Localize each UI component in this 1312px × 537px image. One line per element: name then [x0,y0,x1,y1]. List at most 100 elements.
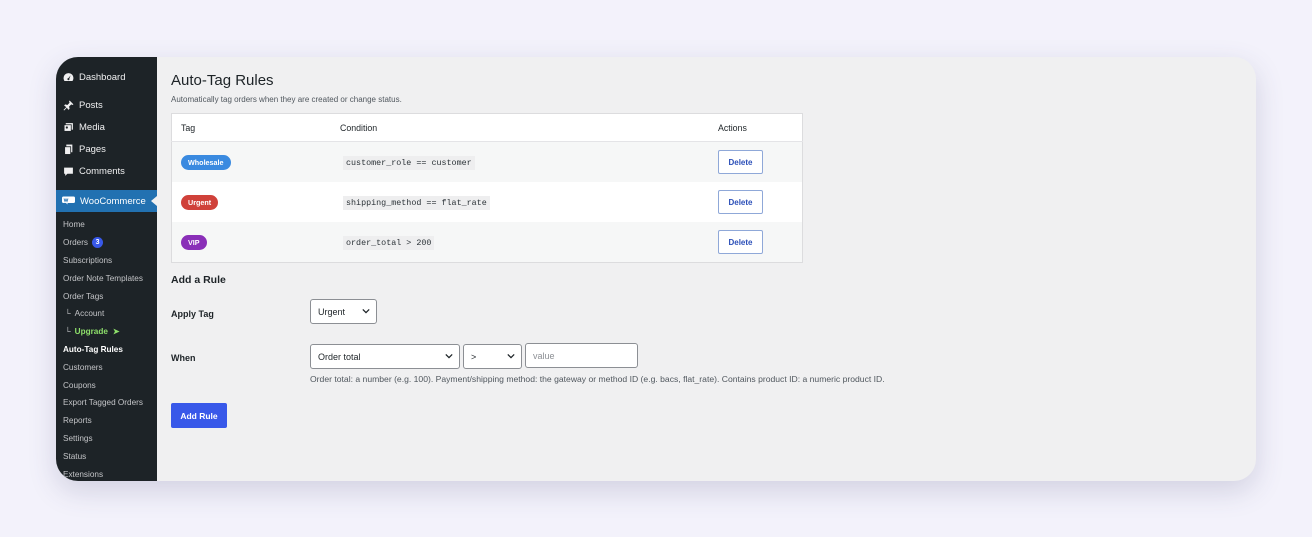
submenu-item-orders[interactable]: Orders 3 [56,234,157,252]
table-row: Urgent shipping_method == flat_rate Dele… [172,182,803,222]
submenu-label: Extensions [63,469,104,479]
menu-label: Pages [79,143,106,155]
delete-button[interactable]: Delete [718,230,763,254]
condition-code: order_total > 200 [343,235,435,250]
media-icon [62,121,74,133]
condition-code: shipping_method == flat_rate [343,195,490,210]
submenu-item-upgrade[interactable]: └ Upgrade ➤ [56,323,157,341]
submenu-label: Account [74,309,105,319]
table-header-row: Tag Condition Actions [171,113,803,142]
add-rule-button[interactable]: Add Rule [171,403,227,428]
submenu-label: Order Note Templates [63,273,143,283]
actions-cell: Delete [709,222,803,263]
table-row: VIP order_total > 200 Delete [171,222,803,263]
submenu-item-reports[interactable]: Reports [56,412,157,430]
submenu-item-auto-tag-rules[interactable]: Auto-Tag Rules [56,341,157,359]
menu-item-posts[interactable]: Posts [56,94,157,116]
menu-item-dashboard[interactable]: Dashboard [56,66,157,88]
tag-cell: Wholesale [171,141,331,182]
apply-tag-label: Apply Tag [171,309,214,319]
submenu-label: Subscriptions [63,255,113,265]
submenu-label: Auto-Tag Rules [63,344,123,354]
woocommerce-submenu: Home Orders 3 Subscriptions Order Note Te… [56,212,157,481]
submenu-label: Export Tagged Orders [63,398,143,408]
menu-label: Comments [79,165,125,177]
condition-field-select[interactable]: Order total [310,344,460,369]
condition-cell: order_total > 200 [331,222,709,263]
submenu-item-export-tagged-orders[interactable]: Export Tagged Orders [56,394,157,412]
chevron-down-icon [445,353,453,359]
submenu-item-coupons[interactable]: Coupons [56,376,157,394]
tag-pill: VIP [181,234,207,250]
orders-count-badge: 3 [92,237,104,249]
add-rule-form: Apply Tag Urgent When Order total > Orde… [171,286,1256,466]
tag-cell: Urgent [172,182,332,222]
rules-table: Tag Condition Actions Wholesale customer… [171,113,803,263]
when-label: When [171,353,196,363]
condition-help-text: Order total: a number (e.g. 100). Paymen… [310,374,885,384]
comment-icon [62,165,74,177]
submenu-item-customers[interactable]: Customers [56,358,157,376]
elbow-icon: └ [65,327,71,337]
arrow-icon: ➤ [112,327,120,337]
submenu-label: Reports [63,416,92,426]
menu-label: Dashboard [79,71,126,83]
submenu-label: Upgrade [74,327,108,337]
submenu-label: Coupons [63,380,96,390]
submenu-item-order-tags[interactable]: Order Tags [56,287,157,305]
submenu-item-order-note-templates[interactable]: Order Note Templates [56,269,157,287]
submenu-label: Order Tags [63,291,104,301]
submenu-label: Settings [63,433,93,443]
submenu-item-account[interactable]: └ Account [56,305,157,323]
menu-label: Posts [79,99,103,111]
menu-item-comments[interactable]: Comments [56,160,157,182]
chevron-down-icon [507,353,515,359]
column-header-actions: Actions [709,113,803,142]
page-subtitle: Automatically tag orders when they are c… [171,95,402,104]
app-window: Dashboard Posts Media Pages Comments Woo… [56,57,1256,481]
menu-item-media[interactable]: Media [56,116,157,138]
admin-sidebar: Dashboard Posts Media Pages Comments Woo… [56,57,157,481]
condition-value-input[interactable] [525,343,638,368]
woocommerce-icon [62,196,75,206]
condition-code: customer_role == customer [343,155,475,170]
actions-cell: Delete [709,182,803,222]
submenu-item-home[interactable]: Home [56,216,157,234]
condition-cell: shipping_method == flat_rate [331,182,709,222]
submenu-item-status[interactable]: Status [56,447,157,465]
delete-button[interactable]: Delete [718,150,763,174]
condition-cell: customer_role == customer [331,141,709,182]
menu-label: WooCommerce [80,195,146,207]
menu-item-woocommerce[interactable]: WooCommerce [56,190,157,212]
chevron-down-icon [362,308,370,314]
submenu-item-extensions[interactable]: Extensions [56,465,157,481]
apply-tag-select[interactable]: Urgent [310,299,377,324]
page-title: Auto-Tag Rules [171,72,274,89]
pin-icon [62,99,74,111]
submenu-item-subscriptions[interactable]: Subscriptions [56,252,157,270]
add-rule-heading: Add a Rule [171,274,226,286]
tag-cell: VIP [171,222,331,263]
operator-value: > [471,351,477,362]
column-header-tag: Tag [171,113,331,142]
main-content: Auto-Tag Rules Automatically tag orders … [157,57,1256,481]
elbow-icon: └ [65,309,71,319]
menu-label: Media [79,121,105,133]
column-header-condition: Condition [331,113,709,142]
submenu-label: Status [63,451,87,461]
apply-tag-value: Urgent [318,306,346,317]
actions-cell: Delete [709,141,803,182]
menu-item-pages[interactable]: Pages [56,138,157,160]
submenu-item-settings[interactable]: Settings [56,430,157,448]
operator-select[interactable]: > [463,344,522,369]
table-row: Wholesale customer_role == customer Dele… [171,141,803,182]
condition-field-value: Order total [318,351,361,362]
pages-icon [62,143,74,155]
submenu-label: Customers [63,362,103,372]
tag-pill: Urgent [181,194,219,210]
tag-pill: Wholesale [181,154,231,170]
delete-button[interactable]: Delete [718,190,763,214]
submenu-label: Home [63,220,85,230]
submenu-label: Orders [63,238,89,248]
dashboard-icon [62,71,74,83]
